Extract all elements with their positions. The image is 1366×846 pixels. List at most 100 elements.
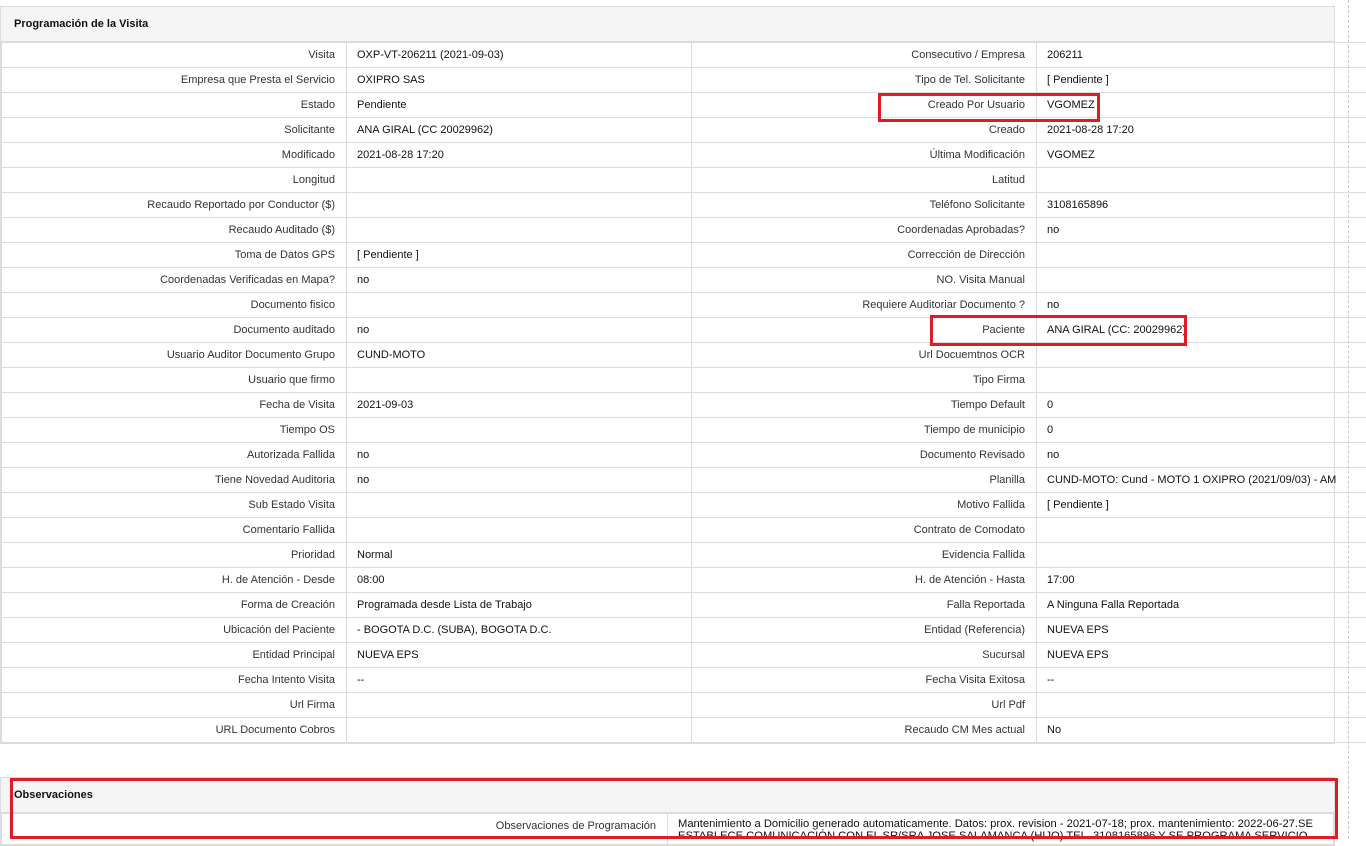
table-row: Sub Estado VisitaMotivo Fallida[ Pendien…	[2, 493, 1366, 518]
field-value: no	[347, 268, 692, 293]
field-label: Paciente	[692, 318, 1037, 343]
field-value	[1037, 368, 1366, 393]
field-value: ANA GIRAL (CC 20029962)	[347, 118, 692, 143]
field-label: Entidad (Referencia)	[692, 618, 1037, 643]
field-value	[1037, 543, 1366, 568]
field-value: - BOGOTA D.C. (SUBA), BOGOTA D.C.	[347, 618, 692, 643]
field-label: Motivo Fallida	[692, 493, 1037, 518]
field-label: Usuario que firmo	[2, 368, 347, 393]
field-value: VGOMEZ	[1037, 93, 1366, 118]
table-row: Usuario Auditor Documento GrupoCUND-MOTO…	[2, 343, 1366, 368]
field-label: Recaudo Reportado por Conductor ($)	[2, 193, 347, 218]
table-row: Usuario que firmo Tipo Firma	[2, 368, 1366, 393]
field-value: Normal	[347, 543, 692, 568]
field-value	[347, 518, 692, 543]
field-value: CUND-MOTO	[347, 343, 692, 368]
field-label: Modificado	[2, 143, 347, 168]
field-value: --	[347, 668, 692, 693]
table-row: Empresa que Presta el ServicioOXIPRO SAS…	[2, 68, 1366, 93]
table-row: Fecha Intento Visita --Fecha Visita Exit…	[2, 668, 1366, 693]
field-label: Ubicación del Paciente	[2, 618, 347, 643]
field-value: 206211	[1037, 43, 1366, 68]
field-label: Estado	[2, 93, 347, 118]
field-label: Tipo Firma	[692, 368, 1037, 393]
table-row: EstadoPendienteCreado Por UsuarioVGOMEZ	[2, 93, 1366, 118]
field-label: Solicitante	[2, 118, 347, 143]
table-row: Ubicación del Paciente- BOGOTA D.C. (SUB…	[2, 618, 1366, 643]
table-row: Comentario Fallida Contrato de Comodato	[2, 518, 1366, 543]
field-value	[347, 368, 692, 393]
field-value: NUEVA EPS	[347, 643, 692, 668]
field-value: no	[347, 443, 692, 468]
field-value: A Ninguna Falla Reportada	[1037, 593, 1366, 618]
field-value: ANA GIRAL (CC: 20029962)	[1037, 318, 1366, 343]
field-label: Autorizada Fallida	[2, 443, 347, 468]
table-row: PrioridadNormalEvidencia Fallida	[2, 543, 1366, 568]
field-value: 08:00	[347, 568, 692, 593]
field-value: no	[1037, 218, 1366, 243]
observaciones-title: Observaciones	[1, 778, 1334, 813]
field-label: Empresa que Presta el Servicio	[2, 68, 347, 93]
table-row: Recaudo Reportado por Conductor ($)Teléf…	[2, 193, 1366, 218]
field-value: [ Pendiente ]	[1037, 68, 1366, 93]
panel-title: Programación de la Visita	[1, 7, 1334, 42]
field-label: H. de Atención - Hasta	[692, 568, 1037, 593]
field-value: no	[1037, 293, 1366, 318]
field-value: CUND-MOTO: Cund - MOTO 1 OXIPRO (2021/09…	[1037, 468, 1366, 493]
field-label: Tiempo Default	[692, 393, 1037, 418]
field-label: Última Modificación	[692, 143, 1037, 168]
field-label: Falla Reportada	[692, 593, 1037, 618]
field-value	[347, 693, 692, 718]
field-value	[347, 218, 692, 243]
field-label: Requiere Auditoriar Documento ?	[692, 293, 1037, 318]
observaciones-label: Observaciones de Programación	[2, 814, 668, 845]
programacion-panel: Programación de la Visita VisitaOXP-VT-2…	[0, 6, 1335, 744]
table-row: Observaciones de Programación Mantenimie…	[2, 814, 1334, 845]
field-label: Latitud	[692, 168, 1037, 193]
field-label: Coordenadas Aprobadas?	[692, 218, 1037, 243]
field-label: Tiempo de municipio	[692, 418, 1037, 443]
table-row: Longitud Latitud	[2, 168, 1366, 193]
field-value	[347, 193, 692, 218]
field-label: Sucursal	[692, 643, 1037, 668]
field-label: NO. Visita Manual	[692, 268, 1037, 293]
field-label: Recaudo CM Mes actual	[692, 718, 1037, 743]
table-row: SolicitanteANA GIRAL (CC 20029962)Creado…	[2, 118, 1366, 143]
field-label: URL Documento Cobros	[2, 718, 347, 743]
field-value: NUEVA EPS	[1037, 643, 1366, 668]
table-row: H. de Atención - Desde08:00H. de Atenció…	[2, 568, 1366, 593]
field-value: OXP-VT-206211 (2021-09-03)	[347, 43, 692, 68]
table-row: Recaudo Auditado ($) Coordenadas Aprobada…	[2, 218, 1366, 243]
field-label: Usuario Auditor Documento Grupo	[2, 343, 347, 368]
field-value: no	[1037, 443, 1366, 468]
field-label: H. de Atención - Desde	[2, 568, 347, 593]
table-row: Documento auditado noPacienteANA GIRAL (…	[2, 318, 1366, 343]
field-label: Documento auditado	[2, 318, 347, 343]
observaciones-table: Observaciones de Programación Mantenimie…	[1, 813, 1334, 845]
table-row: Modificado2021-08-28 17:20Última Modific…	[2, 143, 1366, 168]
observaciones-text: Mantenimiento a Domicilio generado autom…	[668, 814, 1334, 845]
field-value	[1037, 168, 1366, 193]
field-label: Url Pdf	[692, 693, 1037, 718]
field-label: Sub Estado Visita	[2, 493, 347, 518]
field-label: Tiene Novedad Auditoria	[2, 468, 347, 493]
table-row: Tiene Novedad Auditoria noPlanillaCUND-M…	[2, 468, 1366, 493]
field-label: Longitud	[2, 168, 347, 193]
field-label: Creado Por Usuario	[692, 93, 1037, 118]
field-value: 2021-09-03	[347, 393, 692, 418]
field-label: Tipo de Tel. Solicitante	[692, 68, 1037, 93]
field-label: Evidencia Fallida	[692, 543, 1037, 568]
field-label: Visita	[2, 43, 347, 68]
field-label: Tiempo OS	[2, 418, 347, 443]
field-value: OXIPRO SAS	[347, 68, 692, 93]
field-label: Documento Revisado	[692, 443, 1037, 468]
field-label: Comentario Fallida	[2, 518, 347, 543]
field-value	[347, 718, 692, 743]
field-label: Contrato de Comodato	[692, 518, 1037, 543]
field-label: Corrección de Dirección	[692, 243, 1037, 268]
field-value: No	[1037, 718, 1366, 743]
field-label: Creado	[692, 118, 1037, 143]
field-label: Consecutivo / Empresa	[692, 43, 1037, 68]
field-value: [ Pendiente ]	[347, 243, 692, 268]
field-label: Recaudo Auditado ($)	[2, 218, 347, 243]
